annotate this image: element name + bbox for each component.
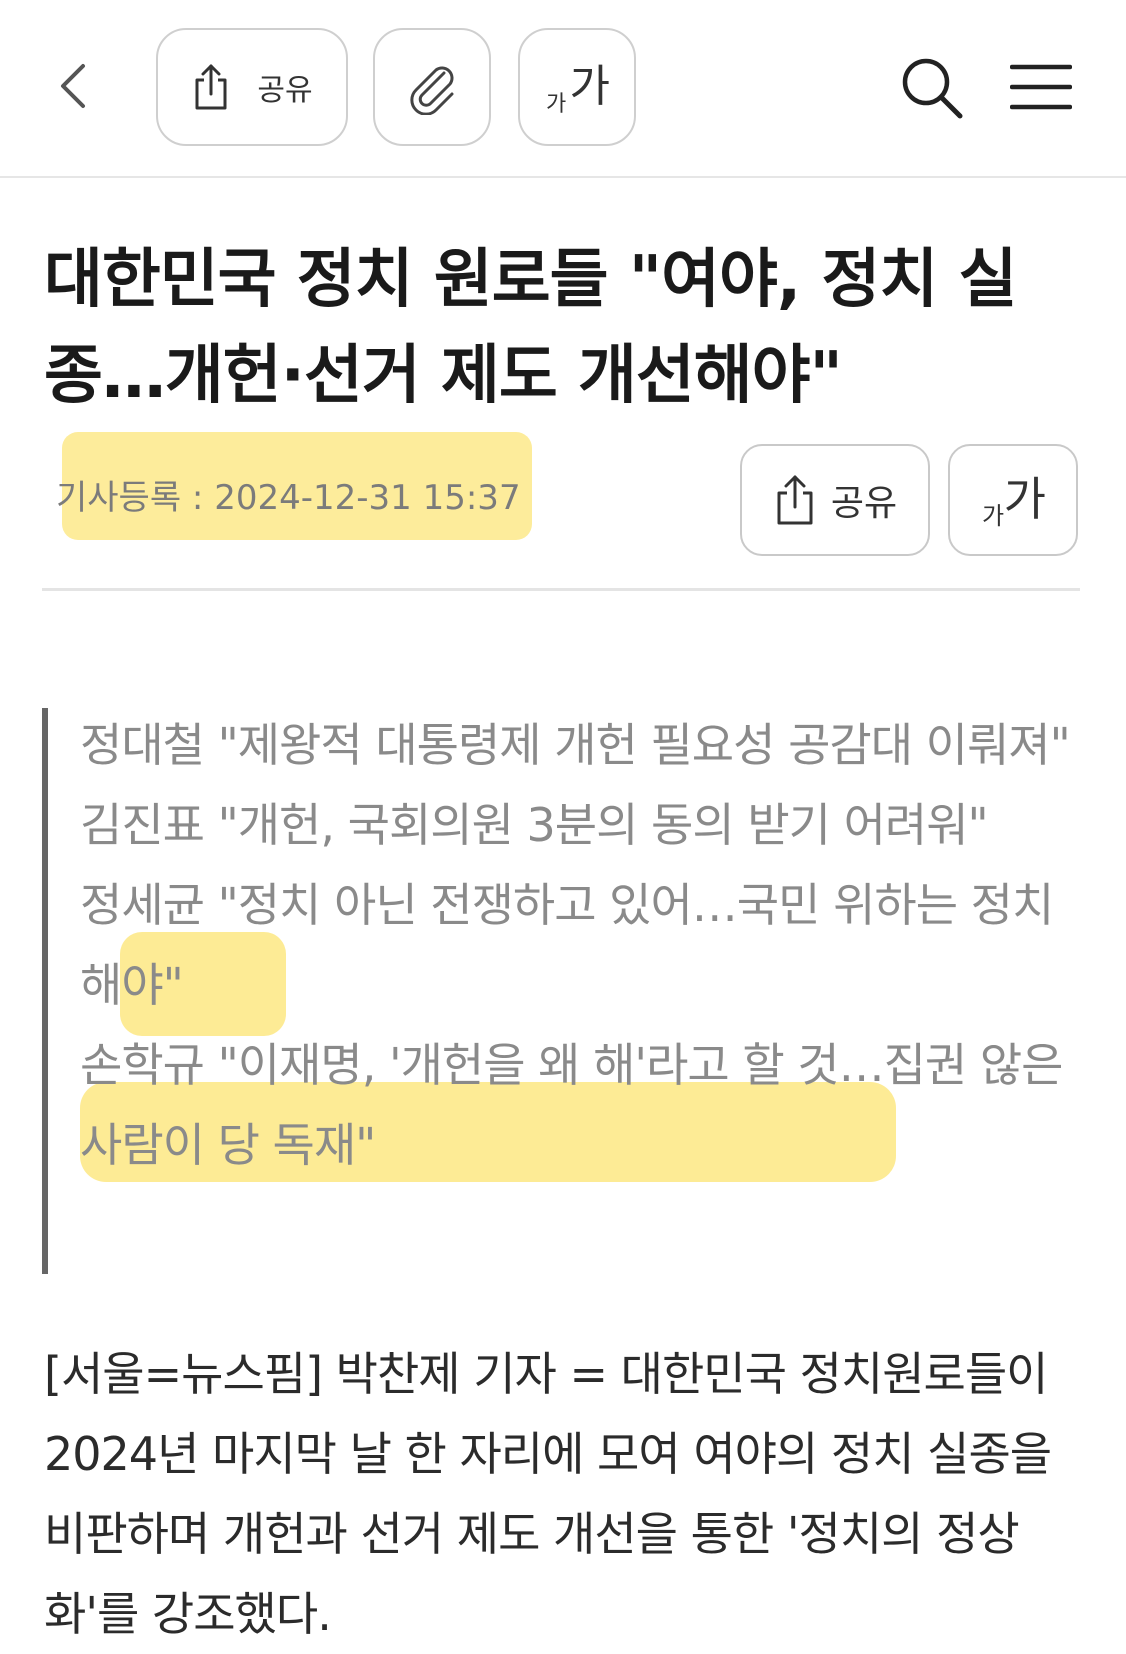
search-icon [902, 58, 963, 119]
font-size-icon: 가 가 [978, 465, 1048, 535]
paperclip-icon [410, 66, 454, 115]
article-headline: 대한민국 정치 원로들 "여야, 정치 실종…개헌·선거 제도 개선해야" [44, 243, 1017, 413]
meta-divider [42, 588, 1080, 591]
top-toolbar: 공유 가 가 [0, 0, 1126, 178]
font-size-big-glyph: 가 [1003, 472, 1046, 526]
article-share-label: 공유 [830, 483, 898, 524]
toolbar-font-size-button[interactable]: 가 가 [518, 28, 636, 146]
share-icon [195, 64, 227, 110]
menu-button[interactable] [1009, 62, 1073, 112]
font-size-icon: 가 가 [542, 52, 612, 122]
summary-line: 김진표 "개헌, 국회의원 3분의 동의 받기 어려워" [80, 798, 989, 852]
toolbar-share-button[interactable]: 공유 [156, 28, 348, 146]
menu-icon [1009, 64, 1073, 110]
font-size-small-glyph: 가 [546, 92, 567, 117]
share-icon [777, 475, 813, 525]
toolbar-share-label: 공유 [257, 73, 313, 108]
article-share-button[interactable]: 공유 [740, 444, 930, 556]
summary-line: 정세균 "정치 아닌 전쟁하고 있어…국민 위하는 정치해야" [80, 878, 1054, 1012]
font-size-small-glyph: 가 [982, 502, 1005, 530]
article-summary: 정대철 "제왕적 대통령제 개헌 필요성 공감대 이뤄져" 김진표 "개헌, 국… [80, 705, 1080, 1185]
back-button[interactable] [48, 58, 96, 114]
summary-bar [42, 708, 48, 1274]
back-chevron-icon [61, 64, 85, 108]
summary-line: 정대철 "제왕적 대통령제 개헌 필요성 공감대 이뤄져" [80, 718, 1071, 772]
summary-line: 손학규 "이재명, '개헌을 왜 해'라고 할 것…집권 않은 사람이 당 독재… [80, 1038, 1064, 1172]
search-button[interactable] [900, 56, 964, 120]
article-body: [서울=뉴스핌] 박찬제 기자 = 대한민국 정치원로들이 2024년 마지막 … [44, 1347, 1052, 1641]
article-date: 기사등록 : 2024-12-31 15:37 [56, 478, 521, 518]
toolbar-clip-button[interactable] [373, 28, 491, 146]
font-size-big-glyph: 가 [569, 61, 610, 112]
article-font-size-button[interactable]: 가 가 [948, 444, 1078, 556]
